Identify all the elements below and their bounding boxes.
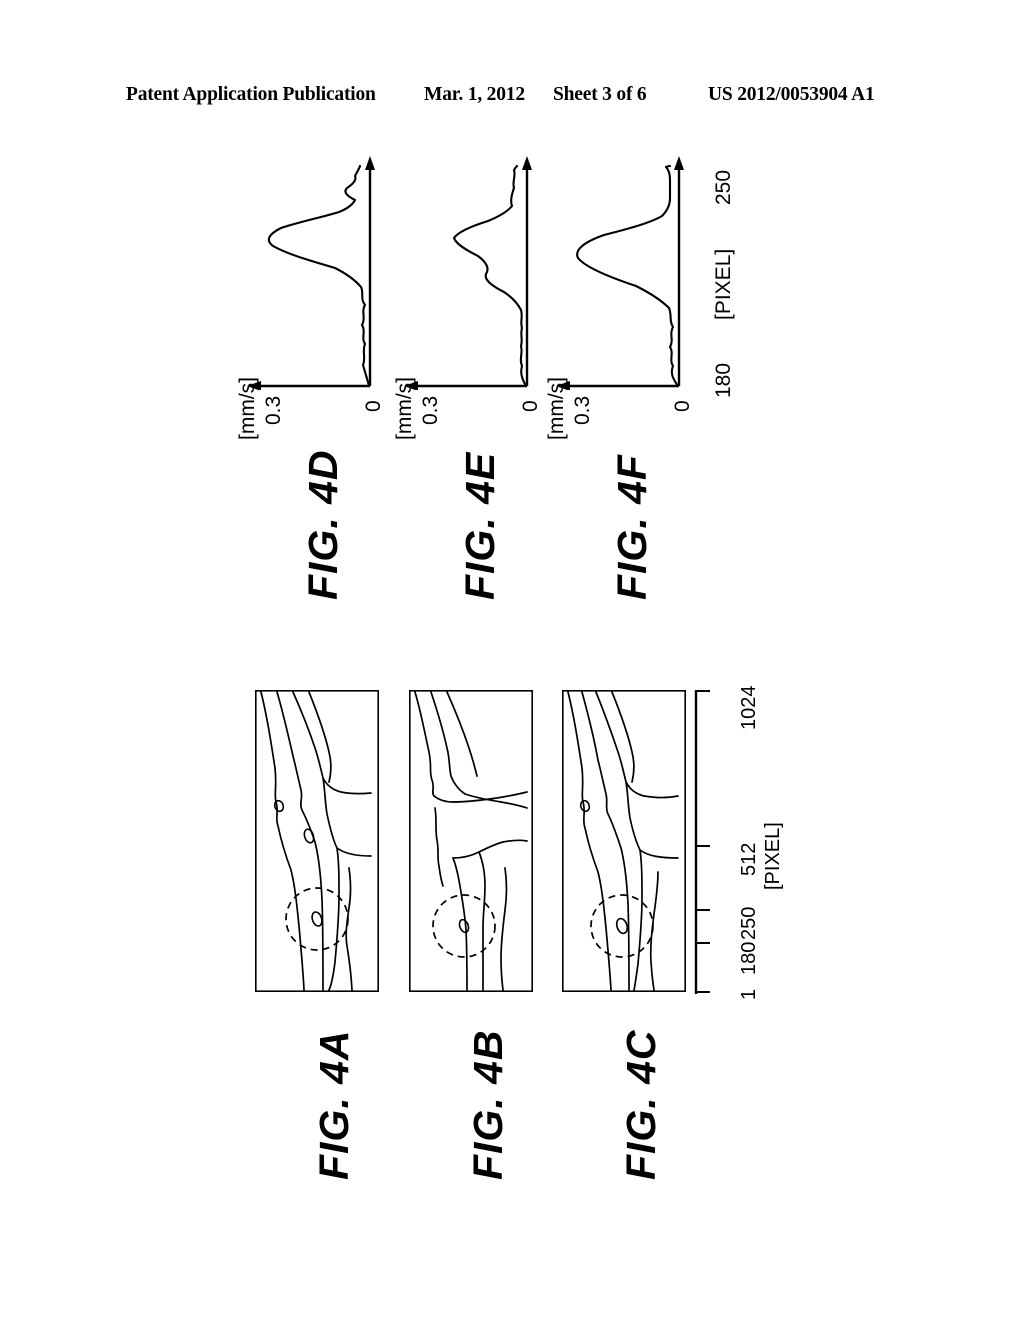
figure-4b-panel — [409, 690, 533, 992]
figure-4c-frame — [562, 690, 686, 992]
figure-4e-y-unit-label: [mm/s] — [393, 377, 416, 440]
figure-4d-y-zero-label: 0 — [362, 400, 385, 412]
figure-4f-y-unit-label: [mm/s] — [545, 377, 568, 440]
figure-4e-plot — [400, 150, 560, 390]
figure-4e-waveform — [452, 164, 528, 388]
figure-4f-y-max-label: 0.3 — [571, 395, 594, 425]
plot-x-max-label: 250 — [712, 169, 735, 205]
panel-axis-unit-label: [PIXEL] — [762, 822, 784, 890]
figure-4f-svg — [556, 156, 684, 390]
plot-x-min-label: 180 — [712, 362, 735, 398]
header-publication: Patent Application Publication — [126, 84, 376, 105]
image-panel-scale-axis — [694, 690, 710, 994]
figure-4e-label: FIG. 4E — [457, 451, 503, 600]
figure-4c-svg — [562, 690, 686, 992]
plot-x-unit-label: [PIXEL] — [712, 248, 735, 320]
figure-4e-y-zero-label: 0 — [519, 400, 542, 412]
figure-4d-y-max-label: 0.3 — [262, 395, 285, 425]
panel-axis-tick-1: 1 — [738, 988, 760, 1000]
figure-4b-svg — [409, 690, 533, 992]
figure-4f-label: FIG. 4F — [609, 454, 655, 600]
figure-4f-y-zero-label: 0 — [671, 400, 694, 412]
figure-4e-y-max-label: 0.3 — [419, 395, 442, 425]
figure-4d-svg — [247, 156, 375, 390]
page-header: Patent Application Publication Mar. 1, 2… — [0, 84, 1024, 114]
figure-4d-axes — [247, 156, 375, 390]
panel-axis-tick-180: 180 — [738, 941, 760, 975]
panel-axis-tick-250: 250 — [738, 906, 760, 940]
figure-4e-svg — [404, 156, 532, 390]
figure-4a-frame — [255, 690, 379, 992]
header-patent-number: US 2012/0053904 A1 — [708, 84, 875, 105]
header-date: Mar. 1, 2012 — [424, 84, 525, 105]
figure-4d-label: FIG. 4D — [300, 449, 346, 600]
figure-4d-waveform — [267, 164, 371, 388]
figure-4d-y-unit-label: [mm/s] — [236, 377, 259, 440]
figure-4a-panel — [255, 690, 379, 992]
figure-4a-label: FIG. 4A — [311, 1029, 357, 1180]
figure-4f-plot — [552, 150, 712, 390]
panel-axis-tick-512: 512 — [738, 842, 760, 876]
header-sheet: Sheet 3 of 6 — [553, 84, 647, 105]
figure-4b-label: FIG. 4B — [465, 1029, 511, 1180]
figure-4a-svg — [255, 690, 379, 992]
figure-4c-panel — [562, 690, 686, 992]
panel-axis-tick-1024: 1024 — [738, 685, 760, 731]
figure-4d-plot — [243, 150, 403, 390]
figure-4c-label: FIG. 4C — [618, 1029, 664, 1180]
figure-4f-axes — [556, 156, 684, 390]
figure-4f-waveform — [576, 164, 680, 388]
